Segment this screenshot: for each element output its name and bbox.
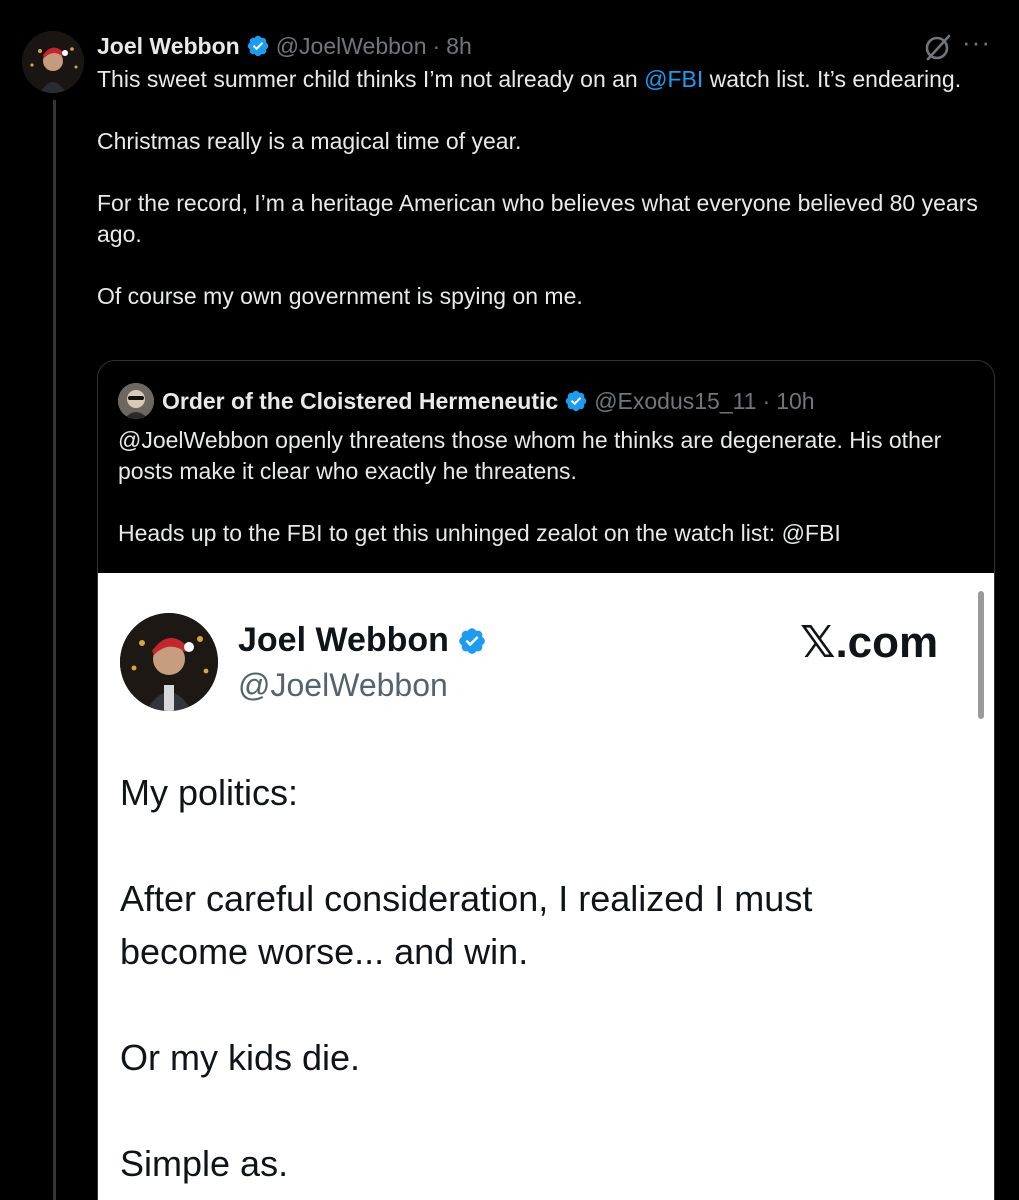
quote-paragraph-1: @JoelWebbon openly threatens those whom … xyxy=(118,427,942,484)
screenshot-brand-logo: 𝕏.com xyxy=(800,618,939,667)
verified-badge-icon xyxy=(459,627,485,654)
quote-time[interactable]: 10h xyxy=(776,388,814,415)
quoted-post-card[interactable]: Order of the Cloistered Hermeneutic @Exo… xyxy=(97,360,995,1200)
screenshot-scrollbar xyxy=(978,591,984,719)
more-horizontal-icon[interactable]: ··· xyxy=(962,29,998,60)
post-time[interactable]: 8h xyxy=(446,33,472,60)
screenshot-line-1: My politics: xyxy=(120,772,299,813)
screenshot-body: My politics: After careful consideration… xyxy=(120,766,940,1200)
screenshot-name: Joel Webbon xyxy=(238,621,487,660)
screenshot-line-4: Simple as. xyxy=(120,1143,289,1184)
author-handle[interactable]: @JoelWebbon xyxy=(276,33,427,60)
post-paragraph-3: For the record, I’m a heritage American … xyxy=(97,190,978,247)
thread-line xyxy=(53,100,56,1200)
verified-badge-icon xyxy=(565,390,587,412)
quote-author-avatar[interactable] xyxy=(118,383,154,419)
quote-media-screenshot[interactable]: Joel Webbon @JoelWebbon 𝕏.com My politic… xyxy=(98,573,994,1200)
post-paragraph-2: Christmas really is a magical time of ye… xyxy=(97,128,522,154)
quote-author-name[interactable]: Order of the Cloistered Hermeneutic xyxy=(162,388,558,415)
post-paragraph-4: Of course my own government is spying on… xyxy=(97,283,583,309)
grok-icon[interactable] xyxy=(922,31,954,63)
screenshot-avatar xyxy=(120,613,218,711)
verified-badge-icon xyxy=(247,35,268,57)
screenshot-line-3: Or my kids die. xyxy=(120,1037,361,1078)
post-body: This sweet summer child thinks I’m not a… xyxy=(97,64,987,343)
post-paragraph-1: This sweet summer child thinks I’m not a… xyxy=(97,66,962,92)
quote-author-handle[interactable]: @Exodus15_11 xyxy=(594,388,756,415)
author-avatar[interactable] xyxy=(22,31,84,93)
quote-body: @JoelWebbon openly threatens those whom … xyxy=(118,425,968,580)
separator-dot: · xyxy=(762,387,771,414)
tweet[interactable]: Joel Webbon @JoelWebbon · 8h ··· This sw… xyxy=(0,0,1019,1200)
screenshot-handle: @JoelWebbon xyxy=(238,667,448,703)
mention-link-fbi[interactable]: @FBI xyxy=(644,66,703,92)
separator-dot: · xyxy=(432,32,441,59)
quote-header: Order of the Cloistered Hermeneutic @Exo… xyxy=(118,383,815,419)
author-name[interactable]: Joel Webbon xyxy=(97,33,240,60)
screenshot-line-2: After careful consideration, I realized … xyxy=(120,878,813,972)
post-header: Joel Webbon @JoelWebbon · 8h xyxy=(97,31,472,61)
quote-paragraph-2: Heads up to the FBI to get this unhinged… xyxy=(118,520,841,546)
